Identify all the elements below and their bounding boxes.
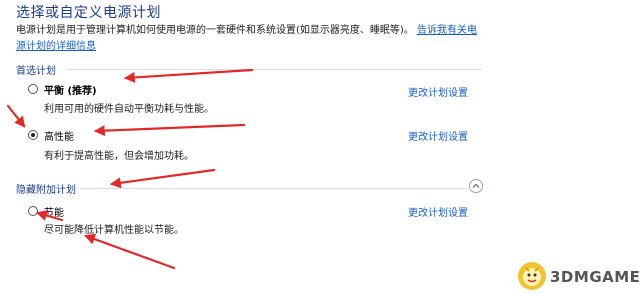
arrow-to-plan-high-performance — [93, 123, 246, 137]
arrow-to-section-label — [123, 68, 254, 83]
annotation-arrows — [6, 68, 254, 270]
mascot-logo-icon — [518, 262, 546, 290]
arrow-to-section-hidden — [109, 168, 216, 189]
arrow-to-desc-power-saver — [83, 233, 176, 270]
arrow-to-radio-high-performance — [6, 104, 26, 128]
arrow-to-plan-power-saver — [35, 210, 64, 222]
watermark-text: 3DMGAME — [550, 268, 640, 286]
